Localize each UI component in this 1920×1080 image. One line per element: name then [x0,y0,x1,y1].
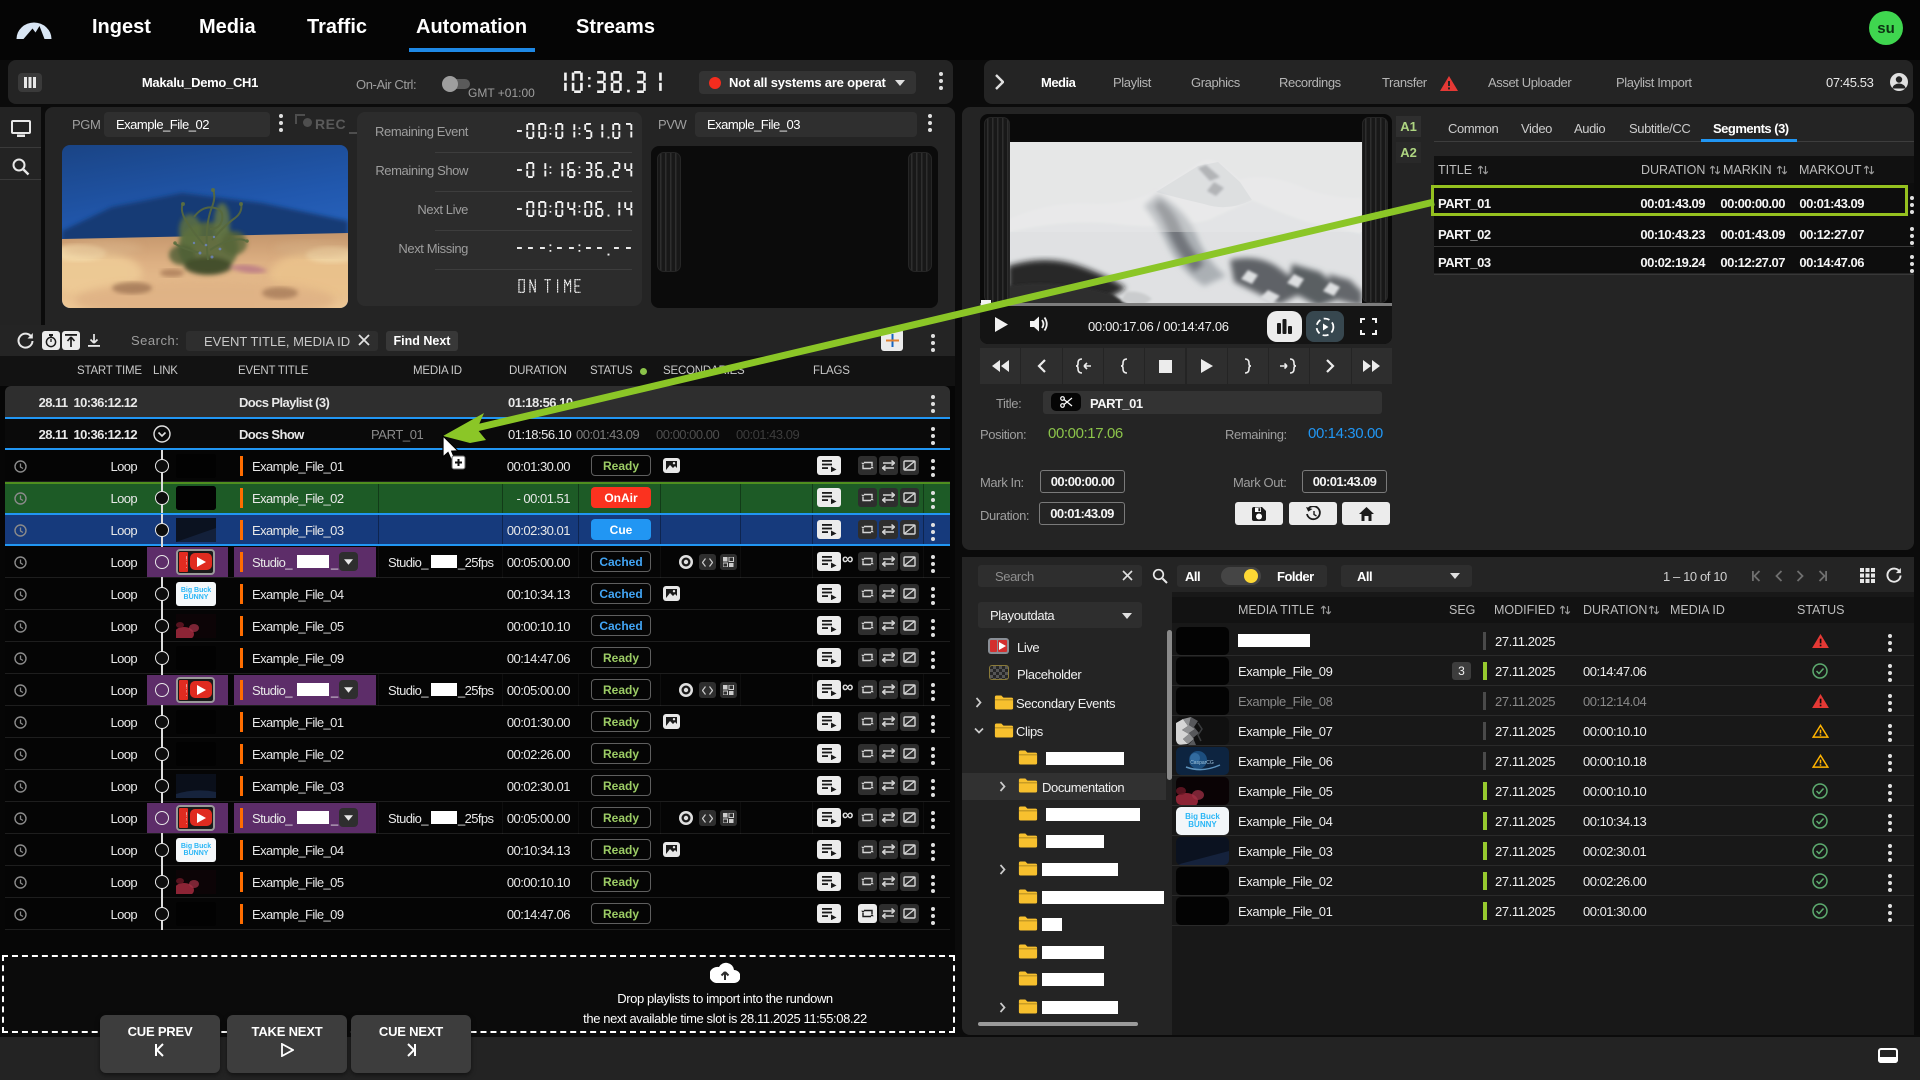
svg-text:LIVE: LIVE [187,556,188,569]
svg-text:LIVE: LIVE [187,684,188,697]
svg-text:LIVE: LIVE [187,812,188,825]
svg-text:CasparCG: CasparCG [1190,760,1214,766]
